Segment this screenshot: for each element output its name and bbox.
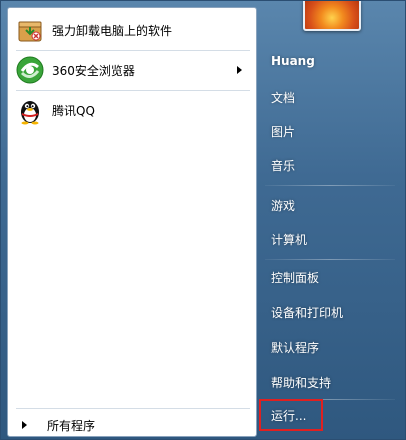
control-panel-link[interactable]: 控制面板 xyxy=(263,261,405,293)
expand-arrow-icon xyxy=(22,421,27,429)
uninstall-box-icon xyxy=(14,14,46,46)
user-avatar[interactable] xyxy=(303,1,361,31)
computer-link[interactable]: 计算机 xyxy=(263,223,405,255)
music-link[interactable]: 音乐 xyxy=(263,149,405,181)
all-programs-label: 所有程序 xyxy=(47,418,96,433)
start-menu: 强力卸载电脑上的软件 360安全浏览器 腾讯QQ 所有程序 Huang 文档 图… xyxy=(0,0,406,440)
program-item-uninstall[interactable]: 强力卸载电脑上的软件 xyxy=(10,11,254,49)
divider xyxy=(16,408,250,409)
games-link[interactable]: 游戏 xyxy=(263,189,405,221)
documents-link[interactable]: 文档 xyxy=(263,81,405,113)
program-label: 360安全浏览器 xyxy=(52,63,135,78)
360-browser-icon xyxy=(14,54,46,86)
program-label: 强力卸载电脑上的软件 xyxy=(52,23,173,38)
help-support-link[interactable]: 帮助和支持 xyxy=(263,366,405,398)
program-label: 腾讯QQ xyxy=(52,103,95,118)
user-name-link[interactable]: Huang xyxy=(263,45,405,77)
programs-pane: 强力卸载电脑上的软件 360安全浏览器 腾讯QQ 所有程序 xyxy=(7,7,257,437)
run-highlight-box xyxy=(259,399,323,431)
default-programs-link[interactable]: 默认程序 xyxy=(263,331,405,363)
program-item-360-browser[interactable]: 360安全浏览器 xyxy=(10,51,254,89)
devices-printers-link[interactable]: 设备和打印机 xyxy=(263,296,405,328)
program-item-qq[interactable]: 腾讯QQ xyxy=(10,91,254,129)
divider xyxy=(265,185,395,186)
submenu-arrow-icon[interactable] xyxy=(237,66,242,74)
all-programs-button[interactable]: 所有程序 xyxy=(10,413,254,437)
qq-penguin-icon xyxy=(14,94,46,126)
divider xyxy=(265,259,395,260)
pictures-link[interactable]: 图片 xyxy=(263,115,405,147)
